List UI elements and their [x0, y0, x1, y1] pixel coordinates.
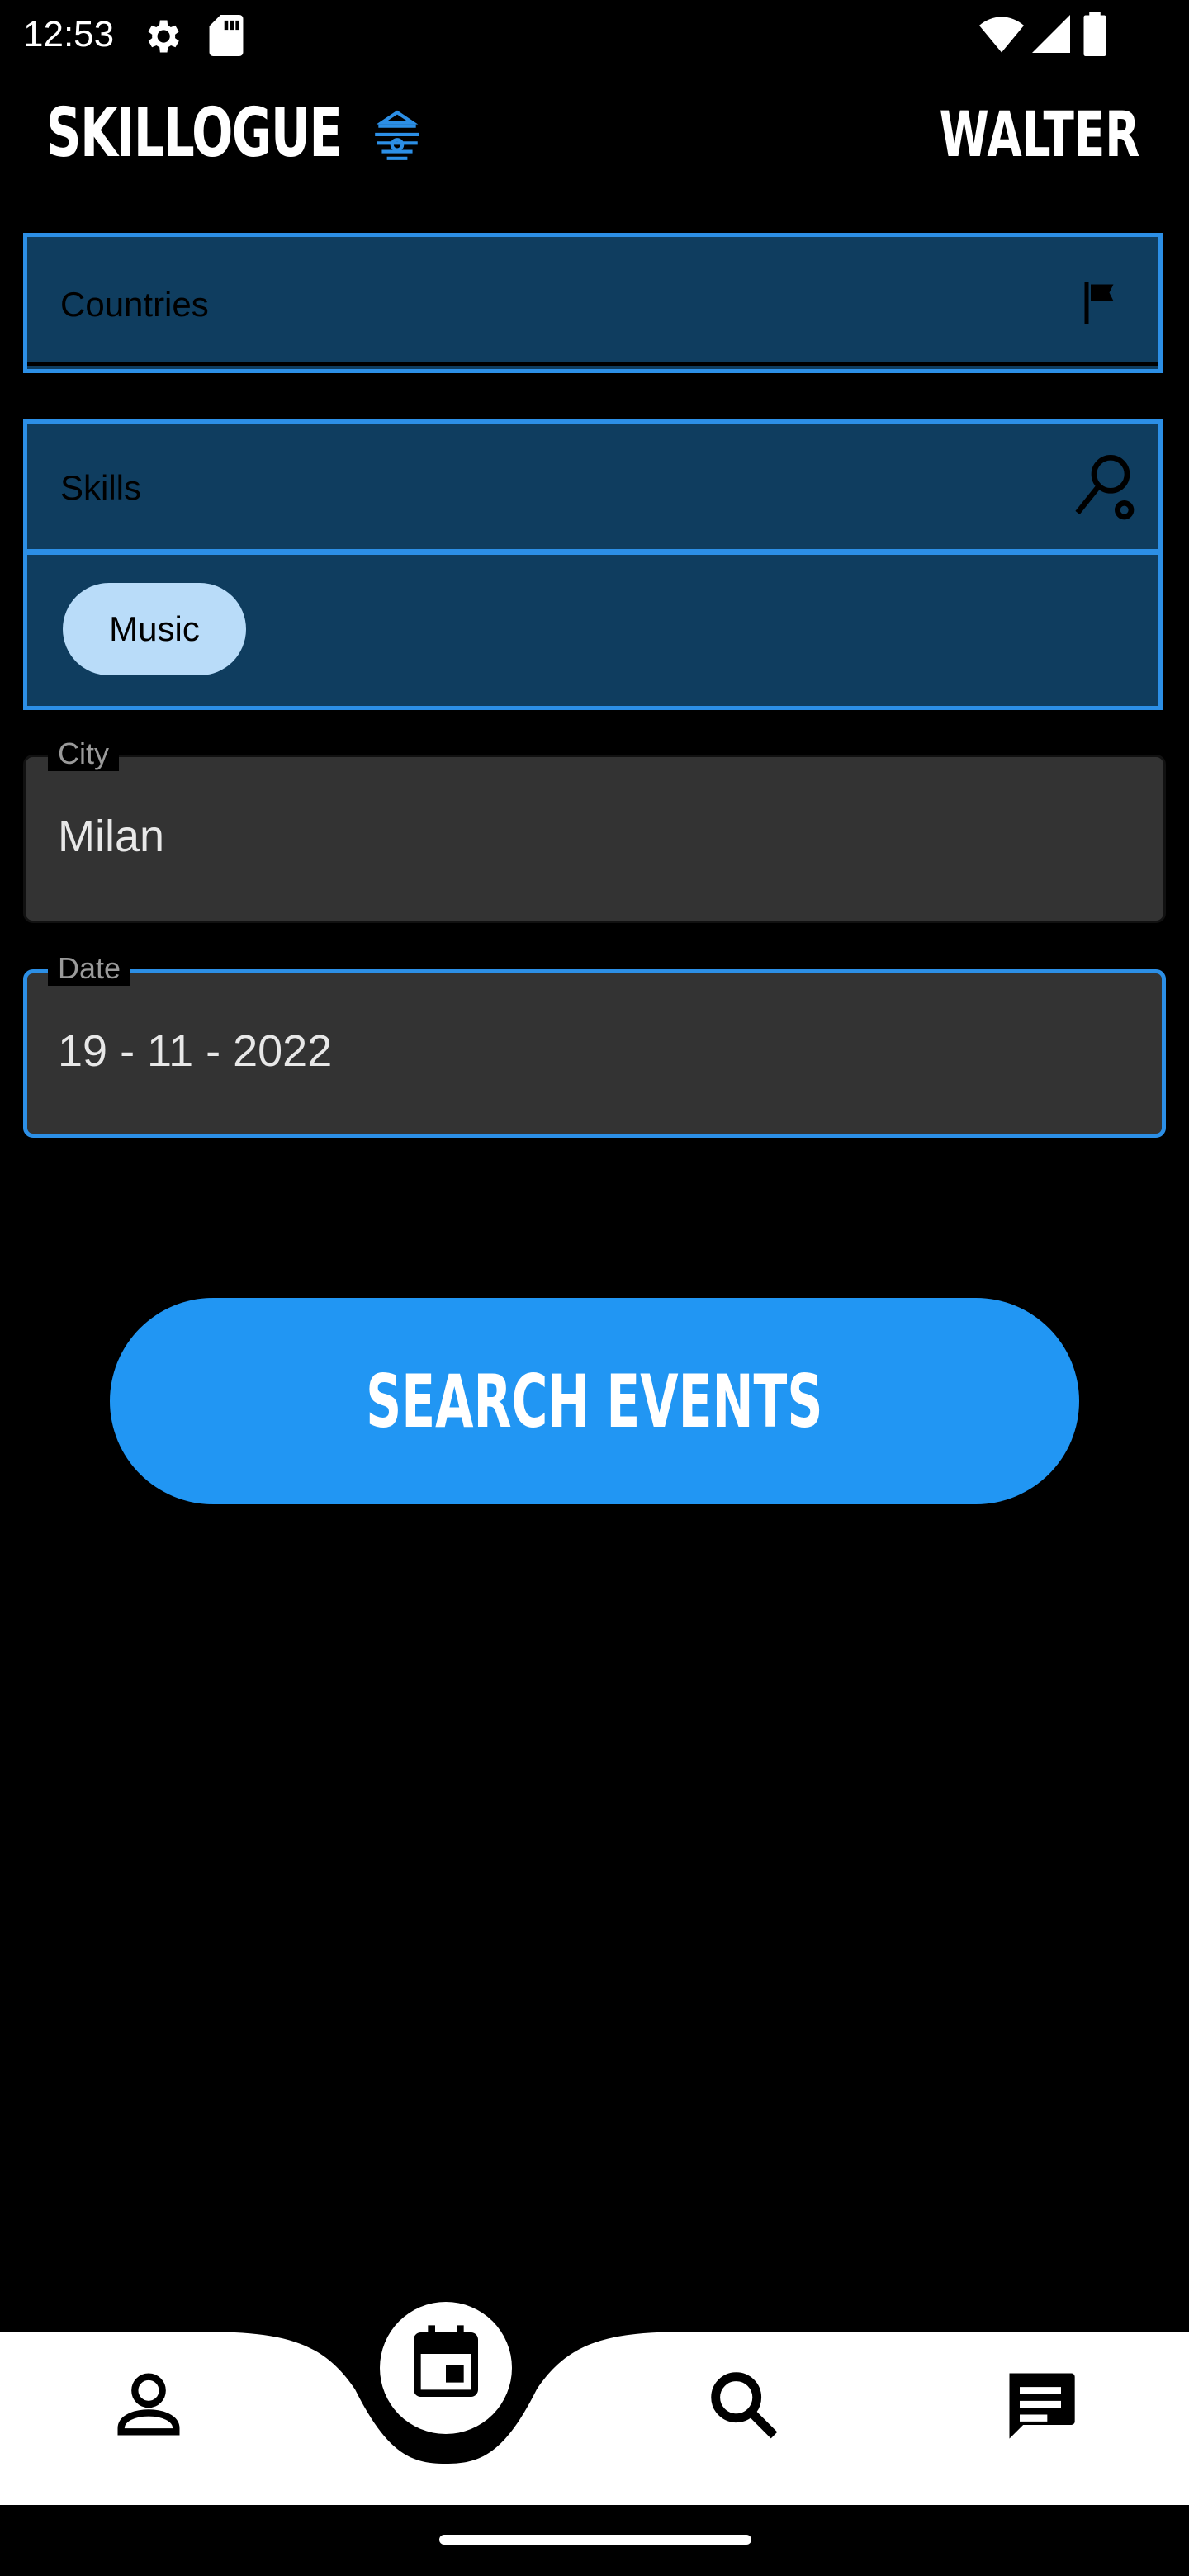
- wifi-icon: [979, 17, 1024, 53]
- countries-field[interactable]: Countries: [23, 233, 1163, 373]
- signal-icon: [1032, 15, 1070, 53]
- chat-icon: [1009, 2373, 1075, 2439]
- search-events-button[interactable]: SEARCH EVENTS: [110, 1298, 1079, 1504]
- key-search-icon: [1075, 454, 1135, 520]
- nav-calendar[interactable]: [380, 2302, 512, 2434]
- city-value: Milan: [58, 812, 165, 861]
- countries-underline: [27, 362, 1158, 366]
- status-time: 12:53: [23, 14, 115, 54]
- search-icon: [711, 2372, 778, 2439]
- calendar-icon: [414, 2325, 478, 2397]
- settings-icon: [148, 20, 179, 53]
- skills-field[interactable]: Skills: [23, 419, 1163, 553]
- search-events-label: SEARCH EVENTS: [366, 1358, 823, 1444]
- home-indicator[interactable]: [439, 2535, 751, 2545]
- nav-profile[interactable]: [107, 2363, 190, 2446]
- skills-label: Skills: [60, 468, 142, 507]
- city-label: City: [48, 736, 119, 771]
- countries-label: Countries: [60, 285, 209, 324]
- skill-chip-music[interactable]: Music: [63, 583, 246, 675]
- sd-card-icon: [209, 15, 244, 56]
- date-value: 19 - 11 - 2022: [58, 1026, 333, 1076]
- nav-search[interactable]: [702, 2363, 784, 2446]
- battery-icon: [1083, 12, 1106, 56]
- nav-chat[interactable]: [999, 2363, 1082, 2446]
- beehive-icon: [375, 110, 419, 160]
- user-name[interactable]: WALTER: [939, 97, 1139, 172]
- city-field[interactable]: [23, 755, 1166, 923]
- date-label: Date: [48, 951, 131, 986]
- flag-icon: [1084, 282, 1114, 324]
- app-title: SKILLOGUE: [46, 94, 343, 173]
- profile-icon: [117, 2373, 180, 2436]
